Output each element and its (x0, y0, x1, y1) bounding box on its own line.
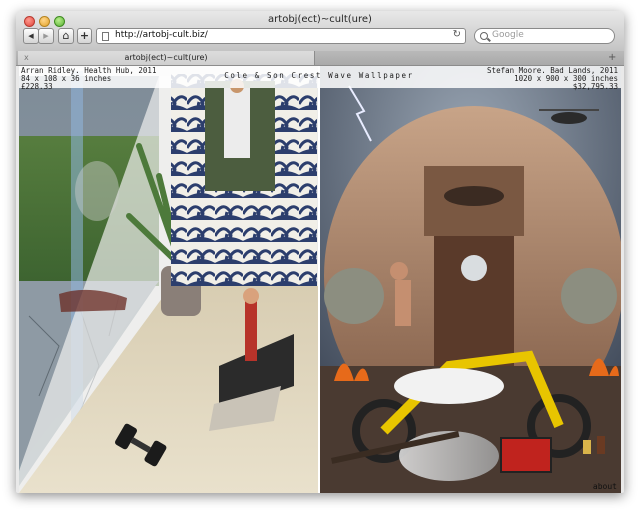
new-tab-button[interactable]: + (608, 51, 616, 65)
home-button[interactable]: ⌂ (58, 28, 74, 44)
back-button[interactable]: ◀ (23, 28, 39, 44)
url-text[interactable]: http://artobj-cult.biz/ (115, 30, 208, 40)
add-bookmark-button[interactable]: + (77, 28, 92, 44)
right-artwork-bad-lands (319, 66, 621, 493)
reload-icon[interactable]: ↻ (453, 29, 461, 40)
page-icon (102, 32, 109, 41)
tab-artobj-cult[interactable]: x artobj(ect)~cult(ure) (18, 51, 315, 65)
left-artwork-caption: Arran Ridley. Health Hub, 2011 84 x 108 … (21, 67, 156, 91)
search-field[interactable]: Google (474, 28, 615, 44)
right-artwork-caption: Stefan Moore. Bad Lands, 2011 1020 x 900… (487, 67, 618, 91)
right-caption-line3: $32,795.33 (572, 82, 618, 91)
browser-window: artobj(ect)~cult(ure) ◀ ▶ ⌂ + http://art… (16, 11, 624, 493)
close-window-button[interactable] (24, 16, 35, 27)
left-caption-line3: £228.33 (21, 82, 53, 91)
minimize-window-button[interactable] (39, 16, 50, 27)
tab-bar: x artobj(ect)~cult(ure) + (16, 51, 624, 66)
tab-close-icon[interactable]: x (24, 51, 29, 65)
address-bar[interactable]: http://artobj-cult.biz/ ↻ (96, 28, 466, 44)
page-content: Arran Ridley. Health Hub, 2011 84 x 108 … (19, 66, 621, 493)
zoom-window-button[interactable] (54, 16, 65, 27)
back-arrow-icon: ◀ (28, 32, 34, 40)
home-icon: ⌂ (62, 29, 70, 42)
plus-icon: + (79, 29, 90, 42)
search-placeholder: Google (492, 30, 524, 40)
search-icon (480, 32, 488, 40)
forward-arrow-icon: ▶ (43, 32, 49, 40)
artwork-collage (19, 66, 621, 493)
forward-button[interactable]: ▶ (38, 28, 54, 44)
window-title: artobj(ect)~cult(ure) (268, 14, 372, 25)
center-artwork-caption: Cole & Son Crest Wave Wallpaper (224, 71, 414, 80)
tab-label: artobj(ect)~cult(ure) (124, 53, 208, 62)
title-bar: artobj(ect)~cult(ure) ◀ ▶ ⌂ + http://art… (16, 11, 624, 52)
about-link[interactable]: about (593, 482, 617, 491)
center-artwork-wallpaper (171, 74, 317, 286)
